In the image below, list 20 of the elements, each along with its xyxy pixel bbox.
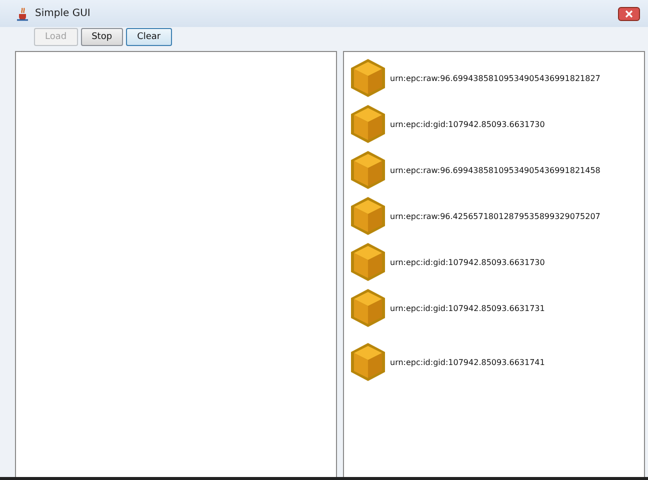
cube-icon <box>350 288 386 328</box>
window-title: Simple GUI <box>35 8 90 19</box>
cube-icon <box>350 104 386 144</box>
tag-label: urn:epc:id:gid:107942.85093.6631730 <box>390 258 545 266</box>
tag-label: urn:epc:raw:96.69943858109534905436991821458 <box>390 166 600 174</box>
close-button[interactable] <box>618 6 640 20</box>
tag-label: urn:epc:raw:96.69943858109534905436991821827 <box>390 74 600 82</box>
toolbar-button[interactable]: Clear <box>126 28 172 46</box>
close-icon <box>625 10 633 18</box>
cup-icon <box>16 6 30 20</box>
cube-icon <box>350 342 386 382</box>
cube-icon <box>350 196 386 236</box>
tag-label: urn:epc:id:gid:107942.85093.6631730 <box>390 120 545 128</box>
cube-icon <box>350 242 386 282</box>
cube-icon <box>350 58 386 98</box>
tag-label: urn:epc:id:gid:107942.85093.6631731 <box>390 304 545 312</box>
tag-label: urn:epc:raw:96.42565718012879535899329075207 <box>390 212 600 220</box>
cube-icon <box>350 150 386 190</box>
toolbar-button[interactable]: Stop <box>80 28 124 46</box>
tag-label: urn:epc:id:gid:107942.85093.6631741 <box>390 358 545 366</box>
